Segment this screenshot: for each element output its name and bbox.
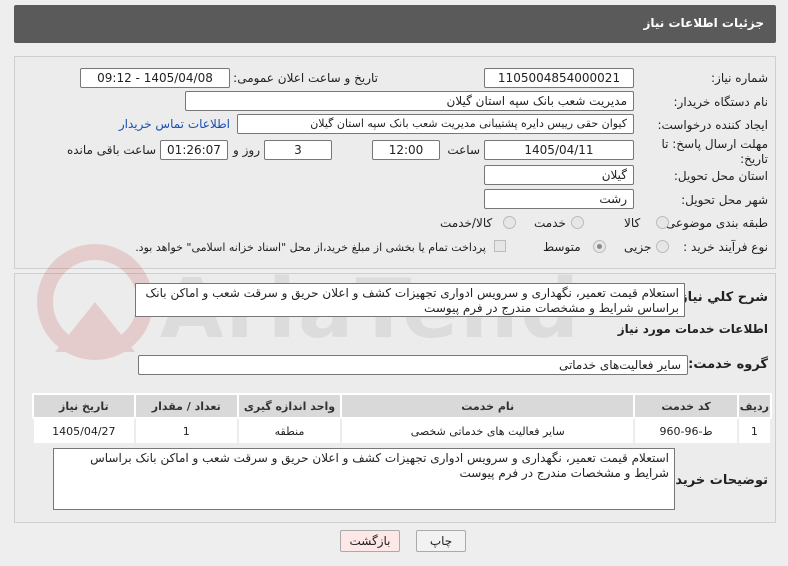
buyer-contact-link[interactable]: اطلاعات تماس خریدار xyxy=(119,117,230,131)
announce-field: 1405/04/08 - 09:12 xyxy=(80,68,230,88)
creator-label: ایجاد کننده درخواست: xyxy=(657,118,768,132)
col-service-code: کد خدمت xyxy=(633,393,739,419)
creator-field: کیوان حقی رییس دایره پشتیبانی مدیریت شعب… xyxy=(237,114,634,134)
buyer-org-label: نام دستگاه خریدار: xyxy=(673,95,769,109)
buyer-org-field: مدیریت شعب بانک سپه استان گیلان xyxy=(185,91,634,111)
service-group-field: سایر فعالیت‌های خدماتی xyxy=(138,355,688,375)
purchase-option-medium: متوسط xyxy=(543,240,581,254)
category-radio-service[interactable] xyxy=(571,216,584,229)
service-group-label: گروه خدمت: xyxy=(688,357,768,372)
summary-label: شرح کلي نياز: xyxy=(674,290,768,305)
page-title: جزئیات اطلاعات نیاز xyxy=(643,16,764,30)
table-header-row: ردیف کد خدمت نام خدمت واحد اندازه گیری ت… xyxy=(32,393,773,419)
deadline-time-field: 12:00 xyxy=(372,140,440,160)
announce-label: تاریخ و ساعت اعلان عمومی: xyxy=(233,71,378,85)
city-label: شهر محل تحویل: xyxy=(681,193,768,207)
page-header: جزئیات اطلاعات نیاز xyxy=(14,5,776,43)
province-label: استان محل تحویل: xyxy=(673,169,768,183)
category-label: طبقه بندی موضوعی: xyxy=(661,216,768,230)
deadline-label-line1: مهلت ارسال پاسخ: تا xyxy=(661,137,768,151)
category-option-goods: کالا xyxy=(624,216,641,230)
cell-quantity: 1 xyxy=(133,417,239,445)
cell-service-name: سایر فعالیت های خدماتی شخصی xyxy=(340,417,636,445)
deadline-date-field: 1405/04/11 xyxy=(484,140,634,160)
category-option-goods-service: کالا/خدمت xyxy=(440,216,493,230)
col-quantity: تعداد / مقدار xyxy=(133,393,239,419)
purchase-radio-medium[interactable] xyxy=(593,240,606,253)
print-button[interactable]: چاپ xyxy=(416,530,466,552)
remaining-time-field: 01:26:07 xyxy=(160,140,228,160)
col-need-date: تاریخ نیاز xyxy=(32,393,136,419)
cell-service-code: ط-96-960 xyxy=(633,417,739,445)
cell-need-date: 1405/04/27 xyxy=(32,417,136,445)
deadline-label-line2: تاریخ: xyxy=(740,152,768,166)
col-service-name: نام خدمت xyxy=(340,393,636,419)
summary-textarea[interactable]: استعلام قیمت تعمیر، نگهداری و سرویس ادوا… xyxy=(135,283,685,317)
cell-row-number: 1 xyxy=(736,417,773,445)
col-unit: واحد اندازه گیری xyxy=(236,393,343,419)
col-row-number: ردیف xyxy=(736,393,773,419)
treasury-payment-note: پرداخت تمام یا بخشی از مبلغ خرید،از محل … xyxy=(135,241,486,254)
purchase-type-label: نوع فرآیند خرید : xyxy=(683,240,768,254)
deadline-time-label: ساعت xyxy=(447,143,480,157)
purchase-option-minor: جزیی xyxy=(624,240,652,254)
category-radio-goods-service[interactable] xyxy=(503,216,516,229)
purchase-radio-minor[interactable] xyxy=(656,240,669,253)
city-field: رشت xyxy=(484,189,634,209)
category-option-service: خدمت xyxy=(534,216,566,230)
province-field: گیلان xyxy=(484,165,634,185)
category-radio-goods[interactable] xyxy=(656,216,669,229)
buyer-notes-textarea[interactable]: استعلام قیمت تعمیر، نگهداری و سرویس ادوا… xyxy=(53,448,675,510)
treasury-checkbox[interactable] xyxy=(494,240,506,252)
table-row: 1 ط-96-960 سایر فعالیت های خدماتی شخصی م… xyxy=(32,417,773,445)
need-number-label: شماره نیاز: xyxy=(711,71,768,85)
remaining-label: ساعت باقی مانده xyxy=(66,143,156,157)
cell-unit: منطقه xyxy=(236,417,343,445)
back-button[interactable]: بازگشت xyxy=(340,530,400,552)
days-label: روز و xyxy=(233,143,260,157)
need-number-field: 1105004854000021 xyxy=(484,68,634,88)
services-table: ردیف کد خدمت نام خدمت واحد اندازه گیری ت… xyxy=(32,393,773,445)
days-field: 3 xyxy=(264,140,332,160)
services-section-title: اطلاعات خدمات مورد نياز xyxy=(617,322,768,336)
